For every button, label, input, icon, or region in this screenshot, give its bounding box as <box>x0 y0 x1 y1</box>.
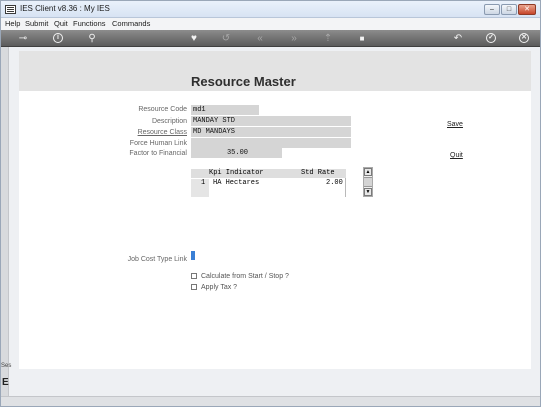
job-cost-type-link-field[interactable] <box>191 251 195 260</box>
form-area: Resource Master Resource Code md1 Descri… <box>19 51 531 369</box>
std-rate-cell[interactable]: 2.00 <box>326 179 343 188</box>
menu-bar: Help Submit Quit Functions Commands <box>1 18 540 30</box>
search-icon[interactable]: ⚲ <box>86 32 98 45</box>
factor-to-financial-label: Factor to Financial <box>129 150 187 157</box>
resource-code-label: Resource Code <box>138 106 187 113</box>
scroll-down-icon[interactable]: ▼ <box>364 188 372 196</box>
menu-help[interactable]: Help <box>5 19 20 28</box>
kpi-table: Kpi Indicator Std Rate 1 HA Hectares 2.0… <box>191 169 346 197</box>
force-human-link-label: Force Human Link <box>129 140 187 147</box>
scroll-up-icon[interactable]: ▲ <box>364 168 372 176</box>
quit-link[interactable]: Quit <box>450 152 463 159</box>
resource-code-field[interactable]: md1 <box>191 105 259 115</box>
scroll-thumb[interactable] <box>364 177 372 187</box>
stop-icon[interactable]: ■ <box>356 32 368 45</box>
apply-tax-checkbox-row[interactable]: Apply Tax ? <box>191 284 237 291</box>
calculate-checkbox-row[interactable]: Calculate from Start / Stop ? <box>191 273 289 280</box>
row-number: 1 <box>201 179 206 187</box>
form-header: Resource Master <box>19 51 531 91</box>
kpi-indicator-header: Kpi Indicator <box>209 169 264 177</box>
title-bar: IES Client v8.36 : My IES – □ ✕ <box>1 1 540 18</box>
force-human-link-field[interactable] <box>191 138 351 148</box>
session-sidebar <box>1 47 9 396</box>
refresh-icon[interactable]: ↺ <box>220 32 232 45</box>
description-label: Description <box>151 118 187 125</box>
close-icon[interactable]: ✕ <box>519 33 529 43</box>
maximize-button[interactable]: □ <box>501 4 517 15</box>
apply-tax-checkbox-label: Apply Tax ? <box>201 284 238 291</box>
toolbar: ⊸ i ⚲ ♥ ↺ « » ⇡ ■ ↶ ✓ ✕ <box>1 30 540 47</box>
ok-icon[interactable]: ✓ <box>486 33 496 43</box>
heart-icon[interactable]: ♥ <box>188 32 200 45</box>
upload-icon[interactable]: ⇡ <box>322 32 334 45</box>
kpi-indicator-cell[interactable]: HA Hectares <box>213 179 259 188</box>
save-link[interactable]: Save <box>447 121 463 128</box>
job-cost-type-link-label: Job Cost Type Link <box>127 256 187 263</box>
std-rate-header: Std Rate <box>301 169 335 177</box>
factor-to-financial-field[interactable]: 35.00 <box>191 148 282 158</box>
menu-submit[interactable]: Submit <box>25 19 48 28</box>
fast-forward-icon[interactable]: » <box>288 32 300 45</box>
app-window: IES Client v8.36 : My IES – □ ✕ Help Sub… <box>0 0 541 407</box>
info-icon[interactable]: i <box>53 33 63 43</box>
page-title: Resource Master <box>191 74 296 89</box>
apply-tax-checkbox[interactable] <box>191 284 197 291</box>
session-label: Ses <box>1 363 12 369</box>
menu-functions[interactable]: Functions <box>73 19 106 28</box>
kpi-scrollbar[interactable]: ▲ ▼ <box>363 167 373 197</box>
menu-quit[interactable]: Quit <box>54 19 68 28</box>
rewind-icon[interactable]: « <box>254 32 266 45</box>
status-bar <box>1 396 540 406</box>
back-icon[interactable]: ↶ <box>452 32 464 45</box>
table-row[interactable]: 1 HA Hectares 2.00 <box>191 179 346 188</box>
session-icon[interactable]: E <box>2 377 9 388</box>
app-icon <box>5 5 16 14</box>
calculate-checkbox-label: Calculate from Start / Stop ? <box>201 273 289 280</box>
key-icon[interactable]: ⊸ <box>11 32 35 45</box>
close-window-button[interactable]: ✕ <box>518 4 536 15</box>
minimize-button[interactable]: – <box>484 4 500 15</box>
calculate-checkbox[interactable] <box>191 273 197 280</box>
resource-class-field[interactable]: MD MANDAYS <box>191 127 351 137</box>
kpi-table-header: Kpi Indicator Std Rate <box>191 169 346 178</box>
description-field[interactable]: MANDAY STD <box>191 116 351 126</box>
menu-commands[interactable]: Commands <box>112 19 150 28</box>
resource-class-label[interactable]: Resource Class <box>67 129 187 136</box>
window-title: IES Client v8.36 : My IES <box>20 4 110 13</box>
